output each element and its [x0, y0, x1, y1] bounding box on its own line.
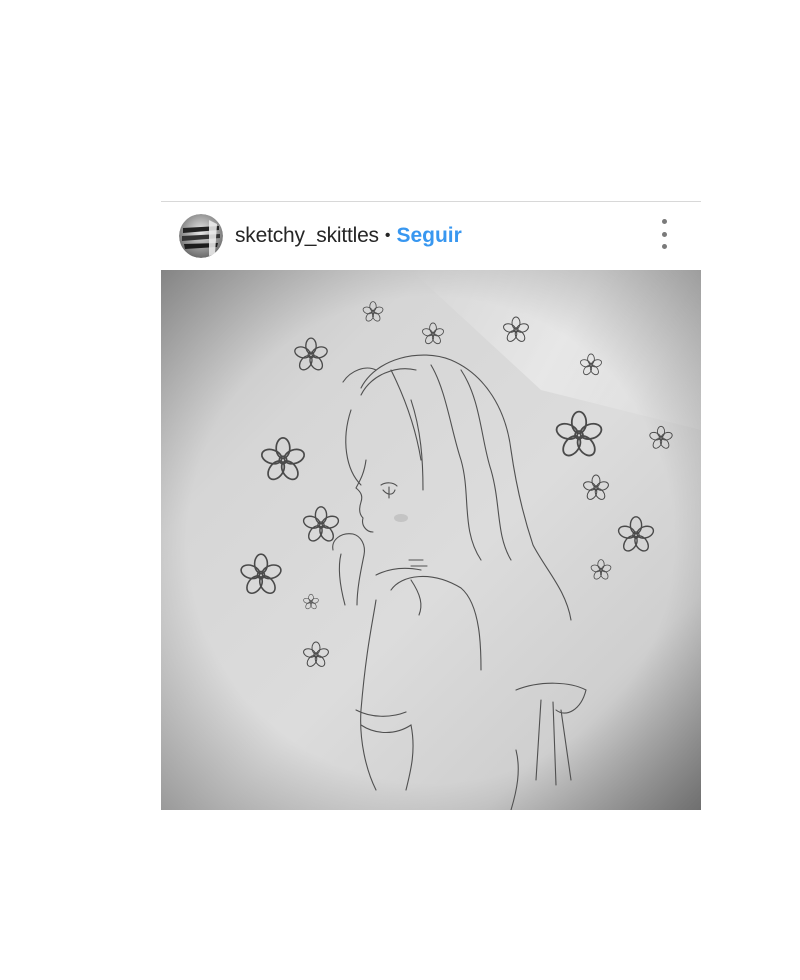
- more-dot: [661, 219, 667, 224]
- post-header: sketchy_skittles • Seguir: [161, 202, 701, 270]
- post-card: sketchy_skittles • Seguir: [161, 201, 701, 810]
- more-dot: [661, 231, 667, 237]
- post-image[interactable]: [161, 270, 701, 810]
- separator-dot: •: [384, 227, 391, 244]
- avatar[interactable]: [179, 214, 223, 258]
- username-link[interactable]: sketchy_skittles: [235, 224, 379, 248]
- more-options-icon[interactable]: [657, 219, 671, 249]
- follow-button[interactable]: Seguir: [396, 224, 461, 248]
- more-dot: [661, 244, 667, 249]
- avatar-image: [179, 214, 223, 258]
